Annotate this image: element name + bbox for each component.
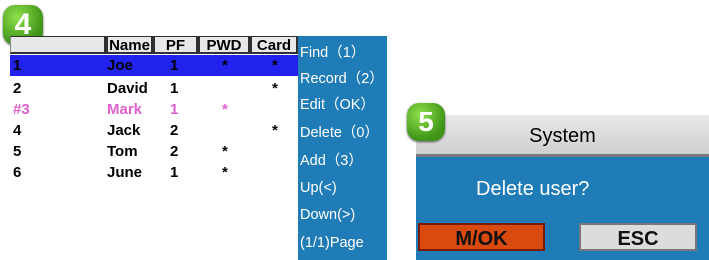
table-row[interactable]: 2 David 1 * — [10, 78, 298, 99]
function-menu: Find（1） Record（2） Edit（OK） Delete（0） Add… — [298, 36, 387, 260]
header-blank-cell — [10, 36, 106, 54]
menu-item-add[interactable]: Add（3） — [300, 150, 363, 172]
table-row[interactable]: 5 Tom 2 * — [10, 141, 298, 162]
header-name: Name — [106, 36, 153, 54]
row-number: 5 — [13, 143, 22, 160]
row-name: Mark — [107, 101, 143, 118]
row-pf: 1 — [170, 101, 179, 118]
user-list-panel: Name PF PWD Card 1 Joe 1 * * 2 David 1 *… — [10, 36, 298, 260]
row-pf: 1 — [170, 80, 179, 97]
menu-item-up[interactable]: Up(<) — [300, 177, 337, 199]
dialog-title: System — [416, 115, 709, 157]
row-name: Joe — [107, 57, 133, 74]
row-number: 2 — [13, 80, 22, 97]
row-number: 1 — [13, 57, 22, 74]
menu-item-page: (1/1)Page — [300, 235, 364, 251]
table-row[interactable]: 6 June 1 * — [10, 162, 298, 183]
row-pwd: * — [222, 57, 228, 74]
row-pwd: * — [222, 143, 228, 160]
dialog-message: Delete user? — [476, 178, 590, 200]
row-card: * — [272, 57, 278, 74]
esc-button[interactable]: ESC — [579, 223, 697, 251]
menu-item-delete[interactable]: Delete（0） — [300, 122, 379, 144]
row-pwd: * — [222, 101, 228, 118]
header-pf: PF — [153, 36, 198, 54]
table-row[interactable]: 4 Jack 2 * — [10, 120, 298, 141]
row-name: June — [107, 164, 143, 181]
menu-item-record[interactable]: Record（2） — [300, 68, 384, 90]
row-number: 4 — [13, 122, 22, 139]
ok-button[interactable]: M/OK — [418, 223, 545, 251]
menu-item-down[interactable]: Down(>) — [300, 204, 355, 226]
table-row[interactable]: 1 Joe 1 * * — [10, 55, 298, 76]
row-name: Tom — [107, 143, 138, 160]
menu-item-edit[interactable]: Edit（OK） — [300, 94, 375, 116]
row-pwd: * — [222, 164, 228, 181]
table-header: Name PF PWD Card — [10, 36, 298, 55]
delete-user-dialog: System Delete user? M/OK ESC — [416, 115, 709, 260]
menu-item-find[interactable]: Find（1） — [300, 42, 365, 64]
step-5-badge: 5 — [407, 103, 445, 141]
row-pf: 2 — [170, 143, 179, 160]
row-pf: 1 — [170, 57, 179, 74]
table-row[interactable]: #3 Mark 1 * — [10, 99, 298, 120]
row-number: 6 — [13, 164, 22, 181]
row-pf: 1 — [170, 164, 179, 181]
row-pf: 2 — [170, 122, 179, 139]
row-name: Jack — [107, 122, 141, 139]
row-card: * — [272, 122, 278, 139]
header-card: Card — [250, 36, 298, 54]
row-card: * — [272, 80, 278, 97]
row-number: #3 — [13, 101, 30, 118]
header-pwd: PWD — [198, 36, 250, 54]
row-name: David — [107, 80, 148, 97]
